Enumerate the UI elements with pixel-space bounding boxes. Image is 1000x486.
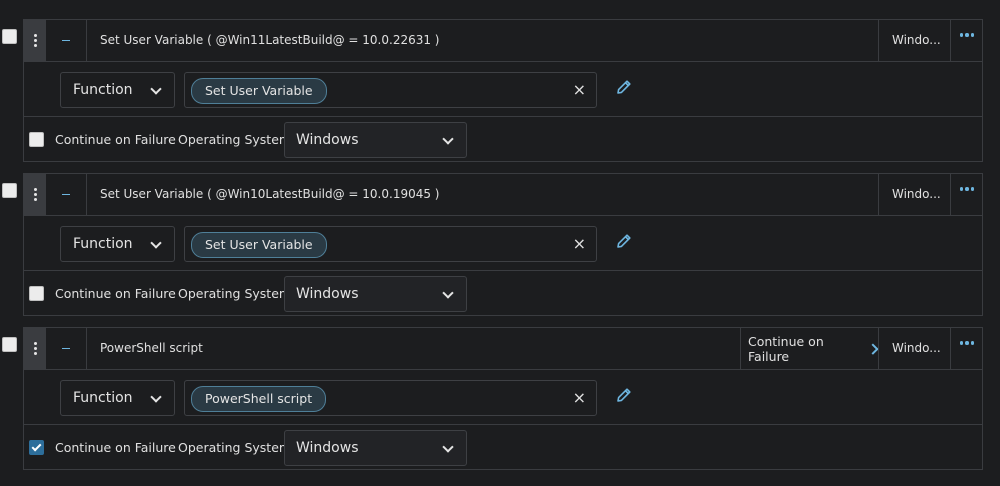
header-continue-on-failure-label: Continue on Failure: [748, 333, 824, 364]
os-value: Windows: [296, 440, 359, 456]
continue-on-failure-label: Continue on Failure: [55, 440, 176, 455]
os-select[interactable]: Windows: [284, 122, 467, 158]
chevron-down-icon: [150, 391, 162, 403]
function-value-field[interactable]: PowerShell script ×: [184, 380, 597, 416]
step-title: Set User Variable ( @Win11LatestBuild@ =…: [100, 33, 440, 47]
step-card: Set User Variable ( @Win10LatestBuild@ =…: [23, 173, 983, 316]
step-title: PowerShell script: [100, 341, 203, 355]
header-continue-on-failure[interactable]: Continue on Failure: [740, 328, 879, 369]
os-label: Operating System:: [178, 440, 296, 455]
step-card: PowerShell script Continue on Failure Wi…: [23, 327, 983, 470]
function-value-field[interactable]: Set User Variable ×: [184, 226, 597, 262]
chevron-down-icon: [442, 133, 454, 145]
options-row: Continue on Failure Operating System: Wi…: [24, 271, 982, 316]
os-select[interactable]: Windows: [284, 276, 467, 312]
os-select[interactable]: Windows: [284, 430, 467, 466]
function-row: Function PowerShell script ×: [24, 370, 982, 425]
function-type-select[interactable]: Function: [60, 226, 175, 262]
minus-icon: [62, 347, 70, 350]
function-row: Function Set User Variable ×: [24, 62, 982, 117]
step-select-checkbox[interactable]: [2, 29, 17, 44]
os-label: Operating System:: [178, 286, 296, 301]
os-value: Windows: [296, 286, 359, 302]
clear-icon[interactable]: ×: [573, 381, 586, 415]
step-select-checkbox[interactable]: [2, 337, 17, 352]
function-value-field[interactable]: Set User Variable ×: [184, 72, 597, 108]
pencil-icon[interactable]: [615, 78, 633, 96]
function-type-select[interactable]: Function: [60, 380, 175, 416]
function-row: Function Set User Variable ×: [24, 216, 982, 271]
more-options-icon[interactable]: [951, 20, 983, 50]
function-chip[interactable]: Set User Variable: [191, 232, 327, 258]
drag-handle-icon[interactable]: [24, 328, 46, 369]
chevron-down-icon: [150, 83, 162, 95]
step-select-checkbox[interactable]: [2, 183, 17, 198]
clear-icon[interactable]: ×: [573, 73, 586, 107]
function-chip[interactable]: PowerShell script: [191, 386, 327, 412]
header-os[interactable]: Windo...: [878, 20, 951, 61]
chevron-down-icon: [150, 237, 162, 249]
clear-icon[interactable]: ×: [573, 227, 586, 261]
header-os[interactable]: Windo...: [878, 328, 951, 369]
more-options-icon[interactable]: [951, 328, 983, 358]
chevron-down-icon: [442, 441, 454, 453]
pencil-icon[interactable]: [615, 386, 633, 404]
function-type-value: Function: [73, 82, 133, 98]
continue-on-failure-checkbox[interactable]: [29, 286, 44, 301]
options-row: Continue on Failure Operating System: Wi…: [24, 117, 982, 162]
function-chip[interactable]: Set User Variable: [191, 78, 327, 104]
chevron-down-icon: [442, 287, 454, 299]
function-type-value: Function: [73, 390, 133, 406]
drag-handle-icon[interactable]: [24, 174, 46, 215]
function-type-value: Function: [73, 236, 133, 252]
pencil-icon[interactable]: [615, 232, 633, 250]
options-row: Continue on Failure Operating System: Wi…: [24, 425, 982, 470]
minus-icon: [62, 39, 70, 42]
step-title: Set User Variable ( @Win10LatestBuild@ =…: [100, 187, 440, 201]
more-options-icon[interactable]: [951, 174, 983, 204]
step-header[interactable]: Set User Variable ( @Win11LatestBuild@ =…: [24, 20, 982, 62]
step-card: Set User Variable ( @Win11LatestBuild@ =…: [23, 19, 983, 162]
collapse-button[interactable]: [46, 20, 87, 61]
function-type-select[interactable]: Function: [60, 72, 175, 108]
continue-on-failure-label: Continue on Failure: [55, 132, 176, 147]
header-os[interactable]: Windo...: [878, 174, 951, 215]
continue-on-failure-checkbox[interactable]: [29, 440, 44, 455]
collapse-button[interactable]: [46, 328, 87, 369]
collapse-button[interactable]: [46, 174, 87, 215]
os-label: Operating System:: [178, 132, 296, 147]
drag-handle-icon[interactable]: [24, 20, 46, 61]
step-header[interactable]: Set User Variable ( @Win10LatestBuild@ =…: [24, 174, 982, 216]
continue-on-failure-checkbox[interactable]: [29, 132, 44, 147]
continue-on-failure-label: Continue on Failure: [55, 286, 176, 301]
step-header[interactable]: PowerShell script Continue on Failure Wi…: [24, 328, 982, 370]
minus-icon: [62, 193, 70, 196]
os-value: Windows: [296, 132, 359, 148]
